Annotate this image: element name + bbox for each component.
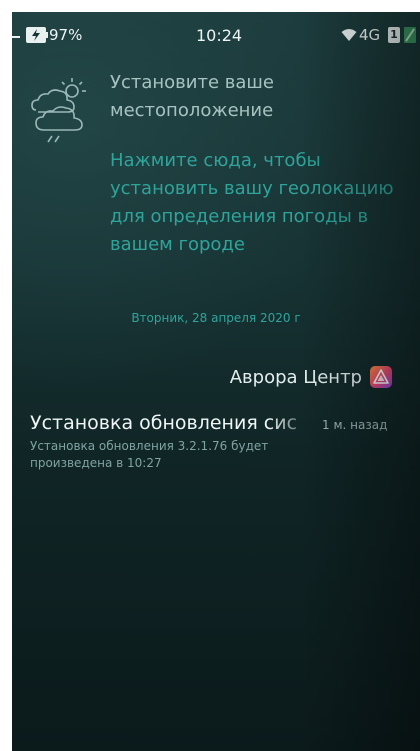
battery-icon: [26, 27, 48, 43]
clock: 10:24: [196, 26, 243, 45]
weather-location-hint[interactable]: Нажмите сюда, чтобы установить вашу геол…: [110, 147, 410, 259]
status-bar: 97% 10:24 4G 1: [12, 12, 420, 52]
weather-icon[interactable]: [22, 74, 92, 146]
wifi-icon: [341, 29, 357, 41]
update-notification[interactable]: Установка обновления сис 1 м. назад Уста…: [30, 412, 416, 472]
lock-screen: 97% 10:24 4G 1 Установите ваше местополо…: [12, 12, 420, 751]
weather-title[interactable]: Установите ваше местоположение: [110, 69, 410, 125]
aurora-icon: [370, 366, 392, 388]
aurora-center-label: Аврора Центр: [229, 366, 362, 388]
date-label: Вторник, 28 апреля 2020 г: [131, 311, 301, 325]
notification-time: 1 м. назад: [322, 418, 388, 432]
network-type: 4G: [359, 26, 381, 44]
status-bar-line: [12, 36, 20, 38]
notification-body: Установка обновления 3.2.1.76 будет прои…: [30, 439, 269, 470]
charge-icon: [404, 27, 416, 43]
notification-title: Установка обновления сис: [30, 412, 298, 434]
aurora-center-header[interactable]: Аврора Центр: [230, 364, 392, 390]
sim-badge: 1: [388, 27, 400, 43]
battery-percent: 97%: [49, 26, 83, 44]
